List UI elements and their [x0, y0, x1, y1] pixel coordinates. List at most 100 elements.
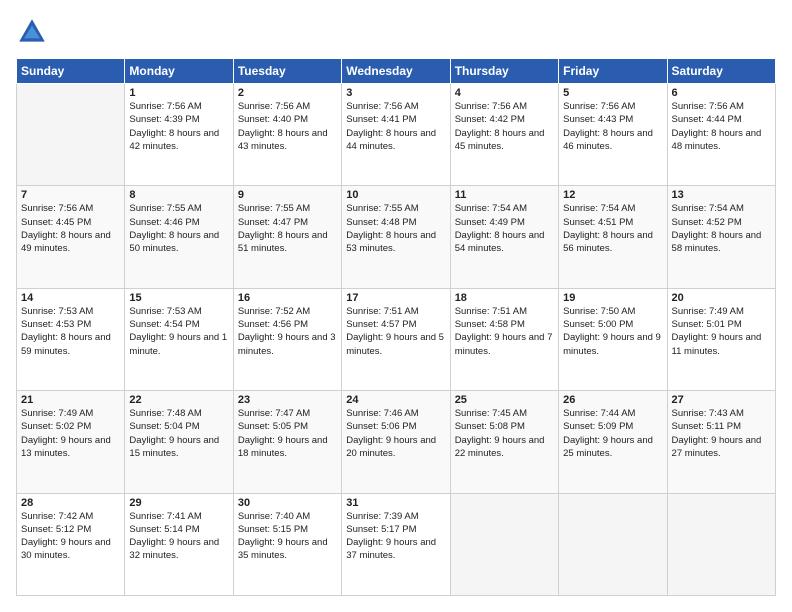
sunrise-label: Sunrise: 7:47 AM [238, 408, 310, 419]
sunrise-label: Sunrise: 7:55 AM [129, 203, 201, 214]
sunrise-label: Sunrise: 7:55 AM [346, 203, 418, 214]
header [16, 16, 776, 48]
calendar-cell: 28 Sunrise: 7:42 AM Sunset: 5:12 PM Dayl… [17, 493, 125, 595]
sunset-label: Sunset: 4:54 PM [129, 319, 199, 330]
sunrise-label: Sunrise: 7:56 AM [672, 101, 744, 112]
calendar-cell: 29 Sunrise: 7:41 AM Sunset: 5:14 PM Dayl… [125, 493, 233, 595]
day-info: Sunrise: 7:46 AM Sunset: 5:06 PM Dayligh… [346, 407, 445, 460]
day-info: Sunrise: 7:56 AM Sunset: 4:44 PM Dayligh… [672, 100, 771, 153]
sunset-label: Sunset: 4:52 PM [672, 217, 742, 228]
sunrise-label: Sunrise: 7:56 AM [21, 203, 93, 214]
weekday-header: Friday [559, 59, 667, 84]
day-number: 27 [672, 394, 771, 406]
sunset-label: Sunset: 5:08 PM [455, 421, 525, 432]
sunset-label: Sunset: 4:58 PM [455, 319, 525, 330]
sunrise-label: Sunrise: 7:39 AM [346, 511, 418, 522]
daylight-label: Daylight: 9 hours and 20 minutes. [346, 435, 436, 459]
day-number: 6 [672, 87, 771, 99]
sunset-label: Sunset: 4:40 PM [238, 114, 308, 125]
day-info: Sunrise: 7:47 AM Sunset: 5:05 PM Dayligh… [238, 407, 337, 460]
sunrise-label: Sunrise: 7:54 AM [455, 203, 527, 214]
calendar-cell: 15 Sunrise: 7:53 AM Sunset: 4:54 PM Dayl… [125, 288, 233, 390]
calendar-cell [667, 493, 775, 595]
calendar-cell: 4 Sunrise: 7:56 AM Sunset: 4:42 PM Dayli… [450, 84, 558, 186]
sunrise-label: Sunrise: 7:51 AM [346, 306, 418, 317]
daylight-label: Daylight: 8 hours and 56 minutes. [563, 230, 653, 254]
sunset-label: Sunset: 4:41 PM [346, 114, 416, 125]
calendar-cell: 23 Sunrise: 7:47 AM Sunset: 5:05 PM Dayl… [233, 391, 341, 493]
day-info: Sunrise: 7:41 AM Sunset: 5:14 PM Dayligh… [129, 510, 228, 563]
day-info: Sunrise: 7:50 AM Sunset: 5:00 PM Dayligh… [563, 305, 662, 358]
sunrise-label: Sunrise: 7:56 AM [238, 101, 310, 112]
sunrise-label: Sunrise: 7:44 AM [563, 408, 635, 419]
logo [16, 16, 52, 48]
daylight-label: Daylight: 8 hours and 46 minutes. [563, 128, 653, 152]
daylight-label: Daylight: 8 hours and 53 minutes. [346, 230, 436, 254]
sunset-label: Sunset: 5:11 PM [672, 421, 742, 432]
day-number: 14 [21, 292, 120, 304]
day-number: 17 [346, 292, 445, 304]
day-info: Sunrise: 7:45 AM Sunset: 5:08 PM Dayligh… [455, 407, 554, 460]
daylight-label: Daylight: 9 hours and 30 minutes. [21, 537, 111, 561]
sunrise-label: Sunrise: 7:53 AM [21, 306, 93, 317]
daylight-label: Daylight: 9 hours and 9 minutes. [563, 332, 661, 356]
calendar-week-row: 1 Sunrise: 7:56 AM Sunset: 4:39 PM Dayli… [17, 84, 776, 186]
day-number: 25 [455, 394, 554, 406]
weekday-header: Saturday [667, 59, 775, 84]
sunset-label: Sunset: 5:17 PM [346, 524, 416, 535]
sunrise-label: Sunrise: 7:45 AM [455, 408, 527, 419]
sunrise-label: Sunrise: 7:55 AM [238, 203, 310, 214]
day-info: Sunrise: 7:54 AM Sunset: 4:51 PM Dayligh… [563, 202, 662, 255]
day-info: Sunrise: 7:43 AM Sunset: 5:11 PM Dayligh… [672, 407, 771, 460]
daylight-label: Daylight: 9 hours and 32 minutes. [129, 537, 219, 561]
sunset-label: Sunset: 4:57 PM [346, 319, 416, 330]
calendar-cell: 17 Sunrise: 7:51 AM Sunset: 4:57 PM Dayl… [342, 288, 450, 390]
daylight-label: Daylight: 8 hours and 51 minutes. [238, 230, 328, 254]
calendar: SundayMondayTuesdayWednesdayThursdayFrid… [16, 58, 776, 596]
sunset-label: Sunset: 4:47 PM [238, 217, 308, 228]
daylight-label: Daylight: 9 hours and 7 minutes. [455, 332, 553, 356]
daylight-label: Daylight: 9 hours and 22 minutes. [455, 435, 545, 459]
calendar-week-row: 7 Sunrise: 7:56 AM Sunset: 4:45 PM Dayli… [17, 186, 776, 288]
day-number: 21 [21, 394, 120, 406]
sunrise-label: Sunrise: 7:43 AM [672, 408, 744, 419]
day-info: Sunrise: 7:51 AM Sunset: 4:58 PM Dayligh… [455, 305, 554, 358]
calendar-cell: 30 Sunrise: 7:40 AM Sunset: 5:15 PM Dayl… [233, 493, 341, 595]
day-info: Sunrise: 7:56 AM Sunset: 4:42 PM Dayligh… [455, 100, 554, 153]
sunset-label: Sunset: 4:46 PM [129, 217, 199, 228]
day-number: 3 [346, 87, 445, 99]
day-number: 16 [238, 292, 337, 304]
day-number: 13 [672, 189, 771, 201]
day-info: Sunrise: 7:54 AM Sunset: 4:49 PM Dayligh… [455, 202, 554, 255]
calendar-week-row: 14 Sunrise: 7:53 AM Sunset: 4:53 PM Dayl… [17, 288, 776, 390]
weekday-header: Monday [125, 59, 233, 84]
day-info: Sunrise: 7:39 AM Sunset: 5:17 PM Dayligh… [346, 510, 445, 563]
sunrise-label: Sunrise: 7:56 AM [129, 101, 201, 112]
daylight-label: Daylight: 9 hours and 27 minutes. [672, 435, 762, 459]
sunset-label: Sunset: 5:09 PM [563, 421, 633, 432]
sunset-label: Sunset: 5:06 PM [346, 421, 416, 432]
calendar-cell: 13 Sunrise: 7:54 AM Sunset: 4:52 PM Dayl… [667, 186, 775, 288]
sunset-label: Sunset: 5:14 PM [129, 524, 199, 535]
weekday-header: Wednesday [342, 59, 450, 84]
calendar-cell: 1 Sunrise: 7:56 AM Sunset: 4:39 PM Dayli… [125, 84, 233, 186]
calendar-cell: 8 Sunrise: 7:55 AM Sunset: 4:46 PM Dayli… [125, 186, 233, 288]
day-info: Sunrise: 7:54 AM Sunset: 4:52 PM Dayligh… [672, 202, 771, 255]
calendar-cell: 18 Sunrise: 7:51 AM Sunset: 4:58 PM Dayl… [450, 288, 558, 390]
calendar-cell: 27 Sunrise: 7:43 AM Sunset: 5:11 PM Dayl… [667, 391, 775, 493]
daylight-label: Daylight: 8 hours and 44 minutes. [346, 128, 436, 152]
day-number: 26 [563, 394, 662, 406]
day-info: Sunrise: 7:52 AM Sunset: 4:56 PM Dayligh… [238, 305, 337, 358]
day-number: 28 [21, 497, 120, 509]
sunrise-label: Sunrise: 7:54 AM [563, 203, 635, 214]
sunset-label: Sunset: 4:45 PM [21, 217, 91, 228]
sunrise-label: Sunrise: 7:56 AM [346, 101, 418, 112]
day-number: 23 [238, 394, 337, 406]
calendar-cell [17, 84, 125, 186]
day-number: 12 [563, 189, 662, 201]
sunrise-label: Sunrise: 7:40 AM [238, 511, 310, 522]
sunrise-label: Sunrise: 7:54 AM [672, 203, 744, 214]
day-number: 20 [672, 292, 771, 304]
sunrise-label: Sunrise: 7:56 AM [563, 101, 635, 112]
day-number: 18 [455, 292, 554, 304]
